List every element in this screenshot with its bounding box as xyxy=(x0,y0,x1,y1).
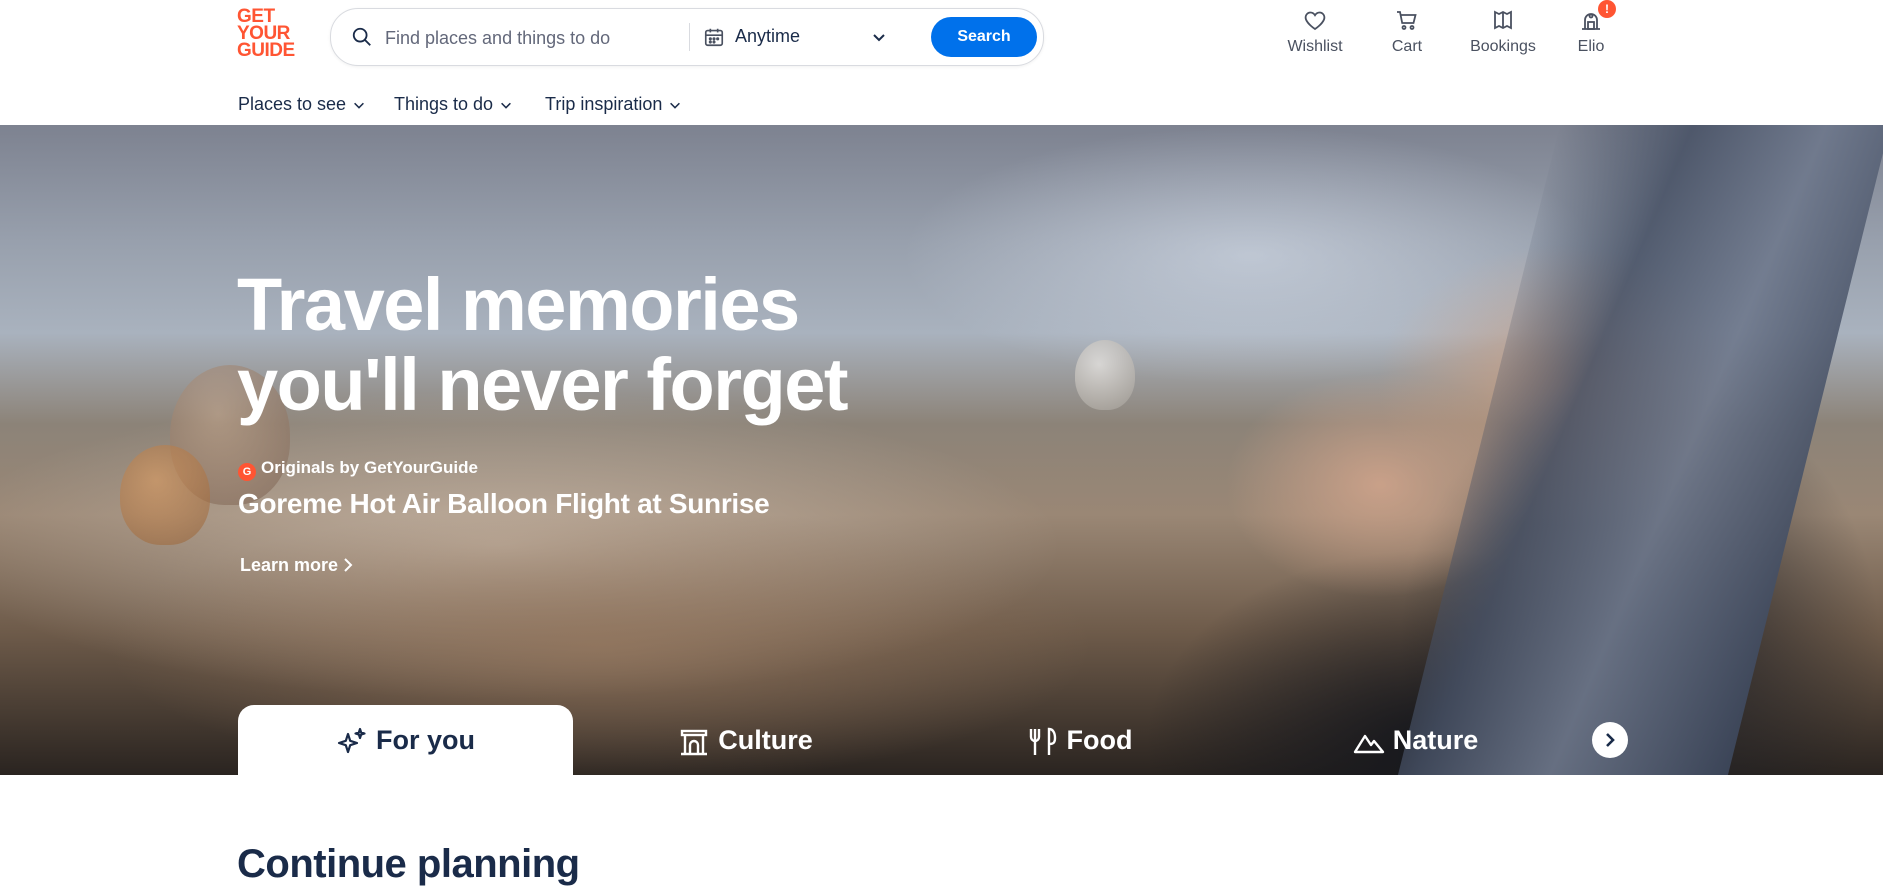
wishlist-label: Wishlist xyxy=(1287,38,1343,55)
bookings-label: Bookings xyxy=(1470,38,1536,55)
tab-label: Food xyxy=(1066,725,1133,755)
menu-things-to-do[interactable]: Things to do xyxy=(394,94,513,115)
heart-icon xyxy=(1304,11,1326,31)
tab-for-you[interactable]: For you xyxy=(238,705,573,775)
featured-activity-title: Goreme Hot Air Balloon Flight at Sunrise xyxy=(238,488,770,519)
hero-title-line-2: you'll never forget xyxy=(237,343,849,426)
getyourguide-logo[interactable]: GET YOUR GUIDE xyxy=(237,7,309,61)
menu-item-label: Things to do xyxy=(394,94,494,114)
monument-icon xyxy=(681,729,708,756)
category-tabs: For you Culture Food Nature xyxy=(0,705,1883,775)
menu-item-label: Trip inspiration xyxy=(545,94,663,114)
search-icon xyxy=(352,27,371,46)
wishlist-button[interactable]: Wishlist xyxy=(1280,8,1350,56)
tab-food[interactable]: Food xyxy=(913,705,1248,775)
chevron-down-icon[interactable] xyxy=(871,29,887,45)
cart-label: Cart xyxy=(1391,38,1423,55)
tab-nature[interactable]: Nature xyxy=(1248,705,1583,775)
tab-label: For you xyxy=(376,725,475,755)
tab-culture[interactable]: Culture xyxy=(578,705,913,775)
chevron-down-icon xyxy=(501,102,511,109)
chevron-right-icon xyxy=(1606,733,1615,747)
originals-text: Originals by GetYourGuide xyxy=(261,458,478,477)
originals-label: G Originals by GetYourGuide xyxy=(238,458,478,481)
cart-icon xyxy=(1397,11,1417,30)
menu-item-label: Places to see xyxy=(238,94,347,114)
menu-trip-inspiration[interactable]: Trip inspiration xyxy=(545,94,682,115)
tab-label: Nature xyxy=(1392,725,1479,755)
cart-button[interactable]: Cart xyxy=(1372,8,1442,56)
profile-label: Elio xyxy=(1577,38,1605,55)
hero-banner: Travel memories you'll never forget G Ori… xyxy=(0,125,1883,775)
notification-badge: ! xyxy=(1598,0,1616,18)
hot-air-balloon-image xyxy=(1075,340,1135,410)
hot-air-balloon-image xyxy=(120,445,210,545)
logo-line-3: GUIDE xyxy=(237,40,295,61)
search-button[interactable]: Search xyxy=(931,17,1037,57)
originals-logo-icon: G xyxy=(238,463,256,481)
sparkle-icon xyxy=(337,727,366,753)
bookmark-ticket-icon xyxy=(1494,10,1512,30)
chevron-right-icon xyxy=(344,558,353,572)
search-bar: Anytime Search xyxy=(330,8,1044,67)
next-category-button[interactable] xyxy=(1592,722,1628,758)
fork-knife-icon xyxy=(1029,727,1056,755)
chevron-down-icon xyxy=(670,102,681,109)
chevron-down-icon xyxy=(354,102,364,109)
hero-title-line-1: Travel memories xyxy=(237,263,800,346)
calendar-icon xyxy=(704,28,724,47)
hero-title: Travel memories you'll never forget xyxy=(237,263,849,426)
search-divider xyxy=(689,23,690,51)
continue-planning-heading: Continue planning xyxy=(237,842,580,886)
mountain-icon xyxy=(1353,734,1384,754)
learn-more-label: Learn more xyxy=(240,555,339,575)
site-header: GET YOUR GUIDE Anytime Search Wishlist C… xyxy=(0,0,1883,126)
learn-more-link[interactable]: Learn more xyxy=(240,555,354,576)
tab-label: Culture xyxy=(718,725,813,755)
hero-sky-light xyxy=(900,125,1600,385)
profile-button[interactable]: ! Elio xyxy=(1556,0,1626,56)
bookings-button[interactable]: Bookings xyxy=(1463,8,1543,56)
menu-places-to-see[interactable]: Places to see xyxy=(238,94,366,115)
date-picker[interactable]: Anytime xyxy=(735,26,800,47)
search-input[interactable] xyxy=(383,9,687,67)
